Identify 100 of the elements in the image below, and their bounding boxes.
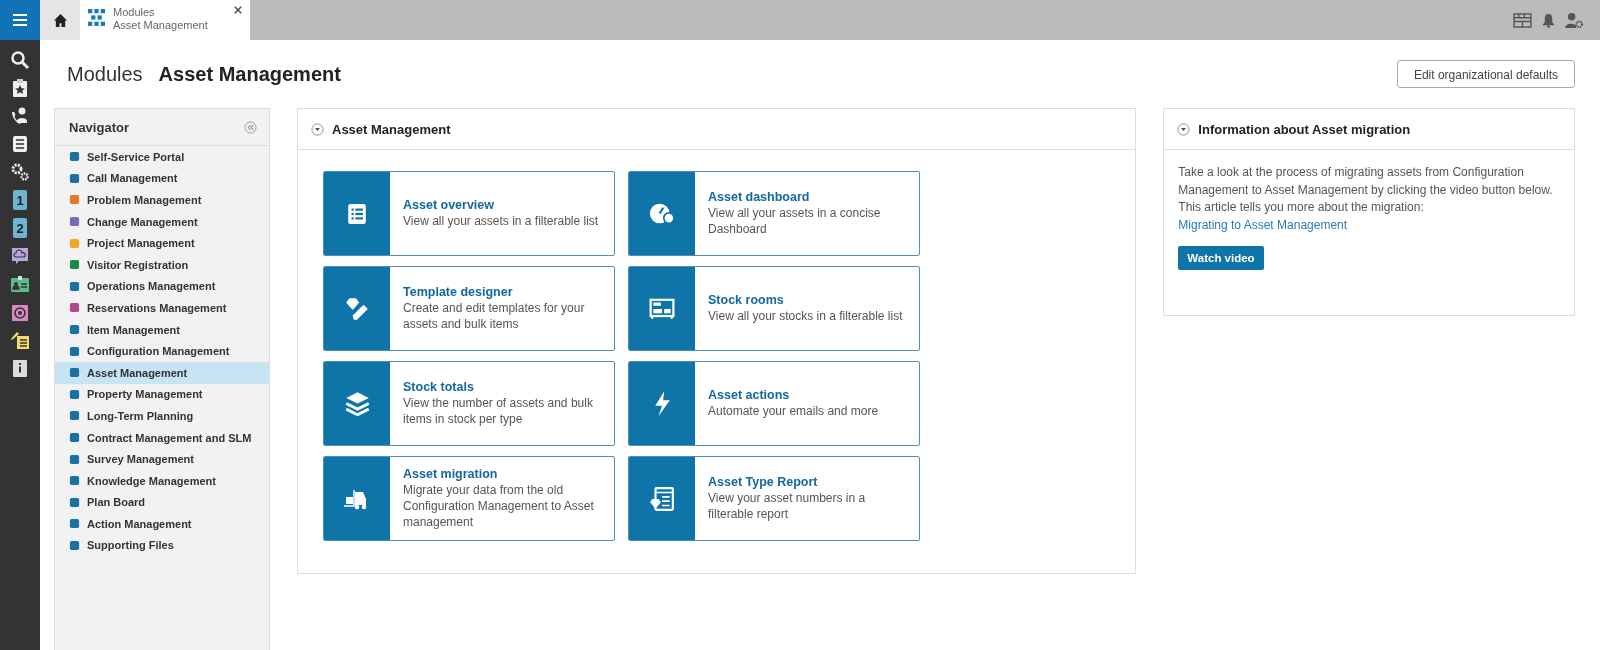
module-icon [69, 540, 80, 551]
navigator-item[interactable]: Item Management [55, 318, 269, 341]
module-icon [69, 302, 80, 314]
layout-icon[interactable] [1513, 12, 1532, 28]
rocket-list-icon[interactable] [10, 330, 30, 350]
watch-video-button[interactable]: Watch video [1178, 246, 1264, 270]
navigator-item[interactable]: Project Management [55, 232, 269, 254]
navigator-item[interactable]: Change Management [55, 210, 269, 233]
close-icon[interactable] [234, 6, 242, 14]
module-icon [69, 518, 80, 530]
edit-defaults-button[interactable]: Edit organizational defaults [1396, 60, 1575, 88]
menu-button[interactable] [0, 0, 40, 40]
info-book-icon[interactable] [10, 358, 30, 378]
module-icon [69, 496, 80, 508]
card-description: View all your assets in a filterable list [403, 213, 599, 229]
navigator-item[interactable]: Visitor Registration [55, 253, 269, 276]
panel-title: Asset Management [332, 121, 451, 137]
navigator-title: Navigator [69, 119, 129, 135]
navigator-item[interactable]: Contract Management and SLM [55, 426, 269, 449]
module-tab[interactable]: Modules Asset Management [80, 0, 250, 40]
card-title: Stock rooms [708, 293, 785, 307]
home-icon [52, 12, 68, 28]
card-title: Stock totals [403, 380, 475, 394]
module-icon [69, 151, 80, 163]
navigator-item[interactable]: Supporting Files [55, 534, 269, 557]
module-icon [69, 453, 80, 465]
numbered-tag-icon[interactable]: 2 [13, 218, 27, 238]
card-description: View all your stocks in a filterable list [708, 308, 903, 324]
article-link[interactable]: Migrating to Asset Management [1178, 217, 1348, 232]
navigator-item[interactable]: Action Management [55, 513, 269, 535]
report-icon [649, 485, 675, 512]
tab-subtitle: Asset Management [113, 19, 208, 32]
module-icon [69, 475, 80, 487]
module-icon [69, 432, 80, 443]
module-icon [69, 280, 80, 292]
card-description: View your asset numbers in a filterable report [708, 490, 867, 522]
module-card[interactable]: Asset actions Automate your emails and more [628, 361, 920, 446]
card-description: Create and edit templates for your assets and bulk items [403, 300, 586, 332]
card-description: Automate your emails and more [708, 403, 879, 419]
tab-title: Modules [113, 6, 156, 19]
breadcrumb[interactable]: Modules [67, 62, 143, 86]
card-title: Asset overview [403, 198, 496, 212]
navigator-item[interactable]: Knowledge Management [55, 469, 269, 492]
module-icon [69, 345, 80, 357]
module-card[interactable]: Asset dashboard View all your assets in a concise Dashboard [628, 171, 920, 256]
settings-icon[interactable] [10, 162, 30, 182]
page-title: Asset Management [158, 62, 341, 86]
layers-icon [343, 390, 371, 417]
module-card[interactable]: Asset overview View all your assets in a filterable list [323, 171, 615, 256]
id-card-icon[interactable] [10, 274, 30, 294]
search-icon[interactable] [10, 50, 30, 70]
card-description: View all your assets in a concise Dashboard [708, 205, 882, 237]
navigator-item[interactable]: Plan Board [55, 491, 269, 514]
module-icon [69, 194, 80, 206]
chat-cloud-icon[interactable] [10, 246, 30, 266]
calendar-target-icon[interactable] [10, 302, 30, 322]
bell-icon[interactable] [1542, 12, 1555, 28]
menu-icon [12, 13, 28, 27]
navigator-item[interactable]: Asset Management [55, 361, 269, 384]
navigator-item[interactable]: Survey Management [55, 448, 269, 470]
navigator-item[interactable]: Configuration Management [55, 340, 269, 362]
navigator-item[interactable]: Call Management [55, 167, 269, 190]
card-title: Template designer [403, 285, 514, 299]
card-description: View the number of assets and bulk items in stock per type [403, 395, 594, 427]
navigator-item[interactable]: Property Management [55, 383, 269, 406]
list-icon[interactable] [10, 134, 30, 154]
lightning-icon [653, 390, 671, 417]
collapse-icon[interactable] [1177, 122, 1191, 136]
collapse-icon[interactable] [311, 122, 324, 136]
navigator-item[interactable]: Operations Management [55, 275, 269, 298]
navigator-item[interactable]: Problem Management [55, 189, 269, 211]
card-title: Asset actions [708, 388, 791, 402]
user-settings-icon[interactable] [1565, 11, 1584, 29]
module-icon [69, 216, 80, 228]
navigator-item[interactable]: Long-Term Planning [55, 405, 269, 427]
module-card[interactable]: Stock totals View the number of assets and bulk items in stock per type [323, 361, 615, 446]
module-icon [69, 324, 80, 336]
panel-title: Information about Asset migration [1198, 121, 1411, 137]
module-card[interactable]: Asset migration Migrate your data from the old Configuration Management to Asset management [323, 456, 615, 541]
card-title: Asset dashboard [708, 190, 811, 204]
gem-pencil-icon [344, 295, 370, 322]
module-icon [69, 410, 80, 422]
module-icon [69, 259, 80, 271]
navigator-item[interactable]: Reservations Management [55, 297, 269, 319]
navigator-item[interactable]: Self-Service Portal [55, 146, 269, 168]
module-icon [69, 388, 80, 400]
module-card[interactable]: Stock rooms View all your stocks in a filterable list [628, 266, 920, 351]
home-tab[interactable] [40, 0, 80, 40]
module-card[interactable]: Asset Type Report View your asset numbers in a filterable report [628, 456, 920, 541]
module-icon [69, 367, 80, 379]
card-title: Asset migration [403, 467, 499, 481]
card-description: Migrate your data from the old Configuration Management to Asset management [403, 482, 595, 530]
module-card[interactable]: Template designer Create and edit templates for your assets and bulk items [323, 266, 615, 351]
gauge-icon [648, 202, 676, 225]
list-icon [346, 202, 368, 225]
module-icon [69, 237, 80, 249]
shelf-icon [649, 297, 675, 320]
modules-grid-icon [88, 9, 105, 26]
numbered-tag-icon[interactable]: 1 [13, 190, 27, 210]
phone-person-icon[interactable] [10, 106, 30, 126]
